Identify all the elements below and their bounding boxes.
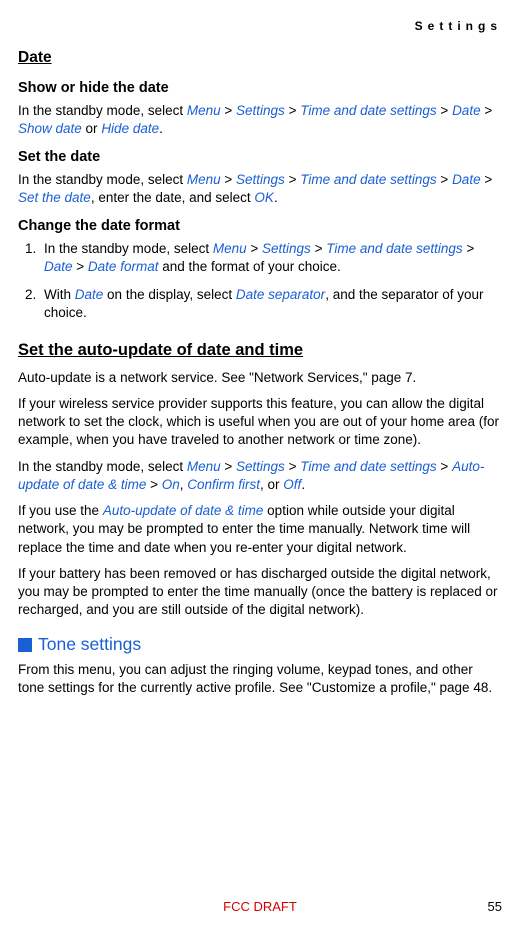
text-fragment: or: [82, 121, 102, 136]
text-fragment: , or: [260, 477, 283, 492]
menu-link: Menu: [187, 103, 221, 118]
separator: >: [146, 477, 161, 492]
change-date-format-list: In the standby mode, select Menu > Setti…: [18, 240, 502, 323]
auto-update-p3: In the standby mode, select Menu > Setti…: [18, 458, 502, 494]
auto-update-p1: Auto-update is a network service. See "N…: [18, 369, 502, 387]
list-item: In the standby mode, select Menu > Setti…: [40, 240, 502, 276]
date-separator-link: Date separator: [236, 287, 325, 302]
off-link: Off: [283, 477, 301, 492]
show-hide-date-text: In the standby mode, select Menu > Setti…: [18, 102, 502, 138]
separator: >: [311, 241, 326, 256]
set-date-text: In the standby mode, select Menu > Setti…: [18, 171, 502, 207]
separator: >: [481, 172, 493, 187]
settings-link: Settings: [236, 459, 285, 474]
auto-update-link: Auto-update of date & time: [103, 503, 264, 518]
show-date-link: Show date: [18, 121, 82, 136]
menu-link: Menu: [213, 241, 247, 256]
separator: >: [221, 459, 236, 474]
auto-update-heading: Set the auto-update of date and time: [18, 339, 502, 361]
show-hide-date-heading: Show or hide the date: [18, 79, 502, 99]
settings-link: Settings: [262, 241, 311, 256]
menu-link: Menu: [187, 459, 221, 474]
time-date-settings-link: Time and date settings: [300, 103, 436, 118]
date-link: Date: [452, 172, 481, 187]
text-fragment: In the standby mode, select: [44, 241, 213, 256]
auto-update-p4: If you use the Auto-update of date & tim…: [18, 502, 502, 557]
text-fragment: .: [301, 477, 305, 492]
ok-link: OK: [254, 190, 274, 205]
separator: >: [463, 241, 475, 256]
text-fragment: .: [159, 121, 163, 136]
running-header: Settings: [18, 18, 502, 34]
set-date-heading: Set the date: [18, 148, 502, 168]
date-link: Date: [452, 103, 481, 118]
text-fragment: and the format of your choice.: [158, 259, 340, 274]
date-link: Date: [75, 287, 104, 302]
separator: >: [285, 459, 300, 474]
time-date-settings-link: Time and date settings: [300, 172, 436, 187]
separator: >: [247, 241, 262, 256]
set-the-date-link: Set the date: [18, 190, 91, 205]
settings-link: Settings: [236, 172, 285, 187]
separator: >: [221, 103, 236, 118]
text-fragment: on the display, select: [103, 287, 236, 302]
tone-settings-title: Tone settings: [38, 633, 141, 657]
auto-update-p5: If your battery has been removed or has …: [18, 565, 502, 620]
time-date-settings-link: Time and date settings: [326, 241, 462, 256]
confirm-first-link: Confirm first: [187, 477, 260, 492]
text-fragment: , enter the date, and select: [91, 190, 255, 205]
time-date-settings-link: Time and date settings: [300, 459, 436, 474]
tone-settings-heading: Tone settings: [18, 633, 502, 657]
list-item: With Date on the display, select Date se…: [40, 286, 502, 322]
separator: >: [437, 459, 452, 474]
separator: >: [285, 172, 300, 187]
date-format-link: Date format: [88, 259, 159, 274]
auto-update-p2: If your wireless service provider suppor…: [18, 395, 502, 450]
text-fragment: In the standby mode, select: [18, 172, 187, 187]
hide-date-link: Hide date: [101, 121, 159, 136]
separator: >: [437, 172, 452, 187]
date-heading: Date: [18, 48, 502, 69]
tone-settings-text: From this menu, you can adjust the ringi…: [18, 661, 502, 697]
separator: >: [481, 103, 493, 118]
page-number: 55: [488, 898, 502, 916]
square-bullet-icon: [18, 638, 32, 652]
text-fragment: With: [44, 287, 75, 302]
date-link: Date: [44, 259, 73, 274]
text-fragment: If you use the: [18, 503, 103, 518]
separator: >: [73, 259, 88, 274]
text-fragment: In the standby mode, select: [18, 103, 187, 118]
settings-link: Settings: [236, 103, 285, 118]
on-link: On: [162, 477, 180, 492]
menu-link: Menu: [187, 172, 221, 187]
separator: >: [437, 103, 452, 118]
change-date-format-heading: Change the date format: [18, 217, 502, 237]
footer-draft-label: FCC DRAFT: [0, 898, 520, 916]
text-fragment: .: [274, 190, 278, 205]
separator: >: [221, 172, 236, 187]
text-fragment: In the standby mode, select: [18, 459, 187, 474]
separator: >: [285, 103, 300, 118]
